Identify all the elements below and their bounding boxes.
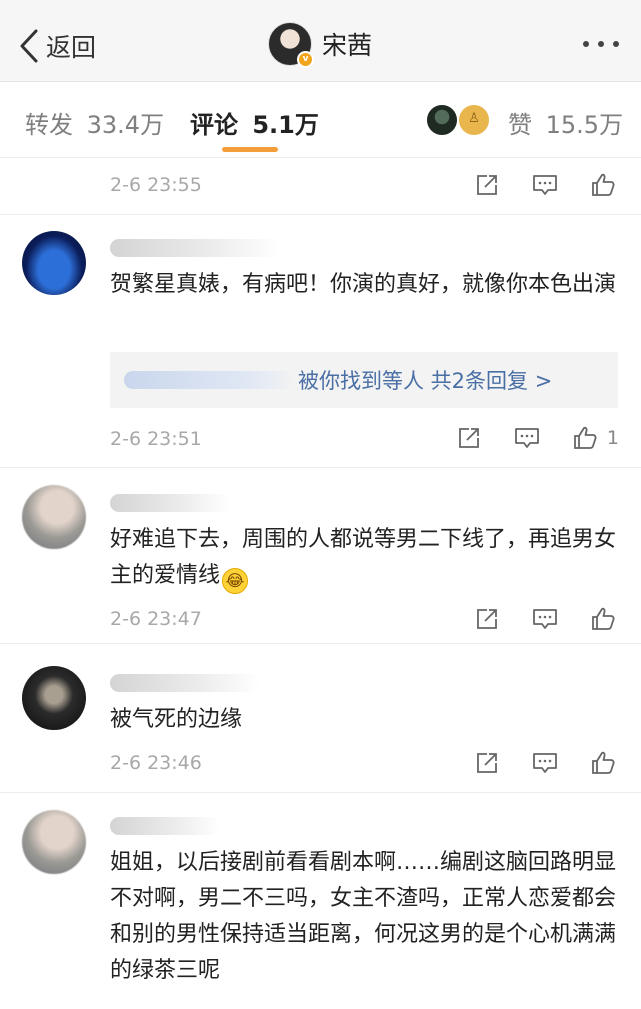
avatar[interactable]: [22, 485, 86, 549]
comment-actions: 1: [425, 424, 619, 452]
username-blurred[interactable]: [110, 239, 280, 257]
avatar[interactable]: [22, 231, 86, 295]
navigation-bar: 返回 v 宋茜: [0, 0, 641, 82]
tab-likes-label: 赞: [508, 111, 532, 139]
back-button[interactable]: 返回: [18, 26, 96, 66]
like-count: 1: [606, 427, 619, 449]
share-icon[interactable]: [473, 605, 501, 633]
tab-comment[interactable]: 评论 5.1万: [190, 105, 319, 140]
comment-icon[interactable]: [531, 749, 559, 777]
list-item: 2-6 23:55: [0, 158, 641, 215]
username-blurred[interactable]: [110, 817, 220, 835]
avatar[interactable]: [22, 810, 86, 874]
comment-text: 贺繁星真婊，有病吧！你演的真好，就像你本色出演: [110, 272, 617, 297]
comment-text: 姐姐，以后接剧前看看剧本啊……编剧这脑回路明显不对啊，男二不三吗，女主不渣吗，正…: [110, 850, 617, 983]
share-icon[interactable]: [473, 749, 501, 777]
verified-badge-icon: v: [297, 51, 314, 68]
comment-time: 2-6 23:55: [110, 174, 202, 196]
list-item: 贺繁星真婊，有病吧！你演的真好，就像你本色出演 被你找到等人 共2条回复 > 2…: [0, 215, 641, 468]
tab-repost-label: 转发: [25, 111, 73, 139]
reply-preview[interactable]: 被你找到等人 共2条回复 >: [110, 352, 618, 408]
list-item: 姐姐，以后接剧前看看剧本啊……编剧这脑回路明显不对啊，男二不三吗，女主不渣吗，正…: [0, 793, 641, 1009]
comment-text: 被气死的边缘: [110, 707, 243, 732]
share-icon[interactable]: [473, 171, 501, 199]
like-icon[interactable]: [589, 171, 617, 199]
comment-time: 2-6 23:51: [110, 428, 202, 450]
tab-repost[interactable]: 转发 33.4万: [25, 105, 164, 140]
more-options-icon[interactable]: [583, 41, 619, 47]
list-item: 被气死的边缘 2-6 23:46: [0, 644, 641, 793]
reply-username-blurred: [124, 371, 296, 389]
avatar: [425, 103, 459, 137]
page-title[interactable]: v 宋茜: [268, 22, 373, 68]
tab-likes[interactable]: 赞 15.5万: [508, 105, 623, 140]
comment-icon[interactable]: [531, 171, 559, 199]
comment-actions: [443, 605, 617, 633]
tab-repost-count: 33.4万: [86, 111, 165, 139]
tab-comment-label: 评论: [190, 111, 238, 139]
list-item: 好难追下去，周围的人都说等男二下线了，再追男女主的爱情线 😂 2-6 23:47: [0, 468, 641, 644]
like-icon[interactable]: [589, 605, 617, 633]
comment-actions: [443, 171, 617, 199]
laughing-emoji-icon: 😂: [222, 568, 249, 594]
back-label: 返回: [46, 33, 97, 62]
active-tab-indicator: [222, 147, 278, 152]
comment-time: 2-6 23:46: [110, 752, 202, 774]
view-replies-link[interactable]: 被你找到等人 共2条回复 >: [298, 365, 552, 395]
username-blurred[interactable]: [110, 674, 260, 692]
username-blurred[interactable]: [110, 494, 230, 512]
avatar[interactable]: [22, 666, 86, 730]
comment-actions: [443, 749, 617, 777]
like-icon[interactable]: [589, 749, 617, 777]
chevron-left-icon: [20, 29, 38, 63]
comment-icon[interactable]: [531, 605, 559, 633]
avatar: ♙: [457, 103, 491, 137]
avatar: v: [268, 22, 314, 68]
tab-comment-count: 5.1万: [252, 111, 319, 139]
comment-time: 2-6 23:47: [110, 608, 202, 630]
liker-avatars[interactable]: ♙: [425, 103, 491, 137]
comment-text: 好难追下去，周围的人都说等男二下线了，再追男女主的爱情线 😂: [110, 522, 620, 594]
like-icon[interactable]: [571, 424, 599, 452]
title-text: 宋茜: [322, 31, 373, 60]
share-icon[interactable]: [455, 424, 483, 452]
tab-likes-count: 15.5万: [545, 111, 624, 139]
tab-bar: 转发 33.4万 评论 5.1万 ♙ 赞 15.5万: [0, 83, 641, 158]
comment-icon[interactable]: [513, 424, 541, 452]
